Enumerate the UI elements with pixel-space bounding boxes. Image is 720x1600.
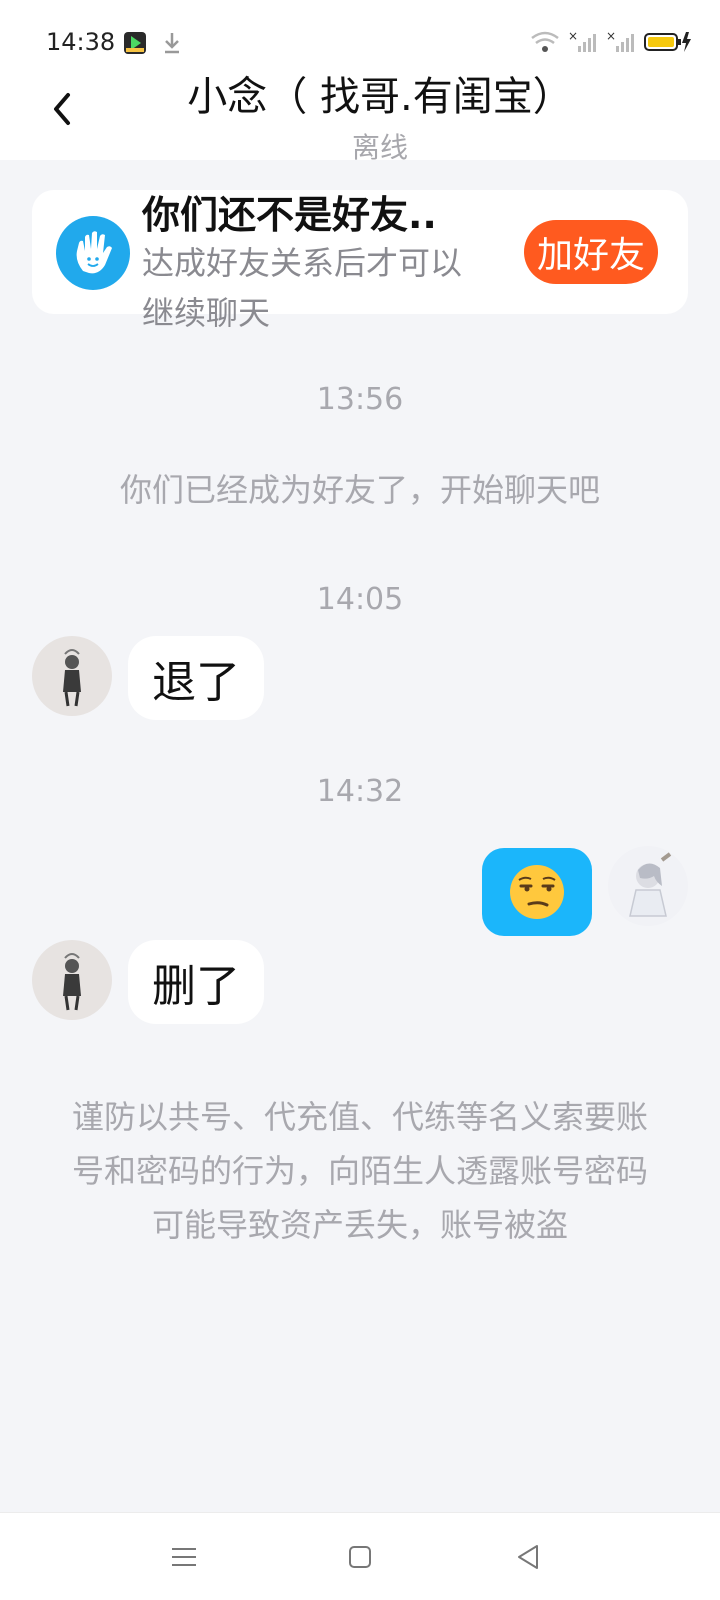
download-icon	[165, 33, 179, 54]
signal-icon: ×	[606, 30, 634, 52]
video-app-icon	[124, 32, 146, 54]
system-nav-bar	[0, 1512, 720, 1600]
system-message: 你们已经成为好友了，开始聊天吧	[119, 471, 600, 509]
battery-charging-icon	[644, 32, 691, 52]
back-triangle-icon	[518, 1545, 538, 1569]
page-title: 小念（ 找哥.有闺宝）	[187, 74, 573, 120]
contact-avatar[interactable]	[32, 636, 112, 716]
top-bar: 14:38 × × 小念（ 找哥.有闺宝） 离线	[0, 0, 720, 164]
svg-text:×: ×	[606, 30, 616, 43]
unamused-face-icon	[510, 865, 564, 919]
chevron-left-icon	[54, 93, 70, 125]
svg-text:×: ×	[568, 30, 578, 43]
banner-title: 你们还不是好友..	[142, 193, 437, 237]
timestamp: 14:05	[316, 582, 404, 617]
security-warning: 谨防以共号、代充值、代练等名义索要账号和密码的行为，向陌生人透露账号密码可能导致…	[71, 1098, 648, 1244]
hand-wave-icon	[56, 216, 130, 290]
message-bubble[interactable]: 退了	[128, 636, 264, 720]
status-right-icons: × ×	[530, 30, 692, 54]
add-friend-banner: 你们还不是好友.. 达成好友关系后才可以继续聊天 加好友	[32, 190, 688, 332]
home-button[interactable]	[340, 1537, 380, 1577]
home-square-icon	[349, 1546, 371, 1568]
timestamp: 13:56	[316, 382, 404, 417]
contact-avatar[interactable]	[32, 940, 112, 1020]
signal-icon: ×	[568, 30, 596, 52]
timestamp: 14:32	[316, 774, 404, 809]
status-time: 14:38	[46, 28, 116, 56]
message-bubble[interactable]	[482, 848, 592, 936]
menu-icon	[172, 1548, 196, 1566]
status-app-icons	[122, 30, 182, 56]
nav-back-button[interactable]	[508, 1537, 548, 1577]
wifi-icon	[531, 31, 559, 52]
online-status: 离线	[351, 131, 408, 164]
add-friend-button[interactable]: 加好友	[524, 220, 658, 284]
banner-description: 达成好友关系后才可以继续聊天	[142, 244, 463, 332]
menu-button[interactable]	[164, 1537, 204, 1577]
my-avatar[interactable]	[608, 846, 688, 926]
message-bubble[interactable]: 删了	[128, 940, 264, 1024]
